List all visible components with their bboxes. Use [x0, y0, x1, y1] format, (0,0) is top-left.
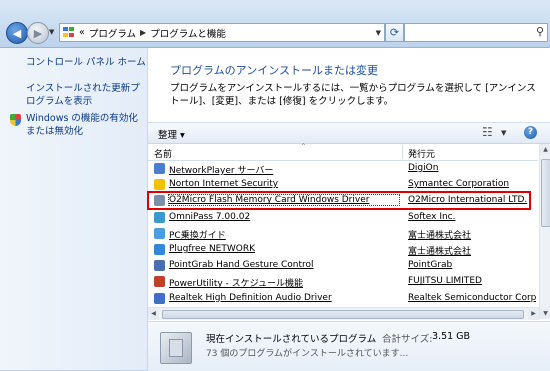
horizontal-scrollbar[interactable]: ◀ ▶: [148, 307, 539, 320]
views-icon[interactable]: ☷: [482, 125, 493, 139]
recent-pages-dropdown[interactable]: ▼: [49, 28, 54, 36]
sidebar: コントロール パネル ホーム インストールされた更新プログラムを表示 Windo…: [0, 48, 148, 370]
breadcrumb-programs[interactable]: プログラム: [89, 26, 136, 40]
vertical-scroll-thumb[interactable]: [541, 159, 550, 227]
column-header-name[interactable]: 名前: [154, 147, 172, 160]
sidebar-item-view-installed-updates[interactable]: インストールされた更新プログラムを表示: [26, 82, 144, 108]
views-dropdown-icon[interactable]: ▼: [501, 129, 506, 137]
command-bar: 整理 ▾ ☷ ▼ ?: [148, 122, 550, 144]
program-publisher: DigiOn: [408, 163, 439, 173]
horizontal-scroll-thumb[interactable]: [162, 310, 524, 319]
program-publisher: O2Micro International LTD.: [408, 195, 528, 206]
program-name[interactable]: NetworkPlayer サーバー: [169, 163, 399, 176]
table-row[interactable]: NetworkPlayer サーバー DigiOn: [148, 161, 538, 177]
uac-shield-icon: [10, 114, 21, 126]
status-title: 現在インストールされているプログラム: [206, 334, 377, 345]
status-size-label: 合計サイズ:: [382, 334, 433, 345]
table-row[interactable]: Norton Internet Security Symantec Corpora…: [148, 177, 538, 193]
help-icon[interactable]: ?: [524, 126, 537, 139]
scroll-right-icon[interactable]: ▶: [528, 308, 539, 320]
sidebar-item-windows-features[interactable]: Windows の機能の有効化または無効化: [26, 112, 144, 138]
address-dropdown-icon[interactable]: ▼: [376, 29, 381, 37]
forward-arrow-icon: ▶: [33, 26, 43, 40]
control-panel-icon: [63, 27, 76, 38]
page-description: プログラムをアンインストールするには、一覧からプログラムを選択して [アンインス…: [170, 83, 536, 107]
program-name[interactable]: PowerUtility - スケジュール機能: [169, 276, 399, 289]
table-row[interactable]: PointGrab Hand Gesture Control PointGrab: [148, 258, 538, 274]
program-icon: [154, 163, 165, 174]
program-name[interactable]: Plugfree NETWORK: [169, 244, 399, 254]
program-name[interactable]: PointGrab Hand Gesture Control: [169, 260, 399, 270]
program-name[interactable]: PC乗換ガイド: [169, 228, 399, 241]
table-row[interactable]: OmniPass 7.00.02 Softex Inc.: [148, 210, 538, 226]
program-icon: [154, 292, 165, 304]
vertical-scrollbar[interactable]: ▲ ▼: [539, 144, 550, 319]
program-name[interactable]: Realtek High Definition Audio Driver: [169, 293, 399, 303]
scroll-up-icon[interactable]: ▲: [540, 144, 550, 155]
column-header-publisher[interactable]: 発行元: [408, 147, 435, 160]
search-input[interactable]: ⚲: [404, 23, 548, 42]
program-icon: [154, 227, 165, 239]
breadcrumb-overflow[interactable]: «: [79, 27, 85, 38]
program-icon: [154, 260, 165, 272]
table-row[interactable]: PowerUtility - スケジュール機能 FUJITSU LIMITED: [148, 274, 538, 290]
page-title: プログラムのアンインストールまたは変更: [170, 64, 379, 77]
program-publisher: Realtek Semiconductor Corp.: [408, 292, 536, 303]
program-name[interactable]: Norton Internet Security: [169, 179, 399, 189]
forward-button[interactable]: ▶: [27, 22, 49, 44]
breadcrumb-separator-icon[interactable]: ▶: [140, 28, 146, 37]
refresh-button[interactable]: ⟳: [385, 23, 404, 42]
column-header-row: 名前 ⌃ 発行元: [148, 142, 538, 161]
scroll-left-icon[interactable]: ◀: [148, 308, 159, 320]
program-icon: [154, 276, 165, 288]
installed-programs-icon: [160, 332, 192, 364]
program-name[interactable]: OmniPass 7.00.02: [169, 212, 399, 222]
back-arrow-icon: ◀: [12, 26, 22, 40]
program-publisher: Softex Inc.: [408, 211, 456, 222]
refresh-icon: ⟳: [389, 26, 400, 39]
main-pane: プログラムのアンインストールまたは変更 プログラムをアンインストールするには、一…: [148, 48, 550, 371]
scroll-down-icon[interactable]: ▼: [540, 308, 550, 319]
program-publisher: Symantec Corporation: [408, 179, 510, 190]
program-list: NetworkPlayer サーバー DigiOn Norton Internet …: [148, 161, 538, 317]
breadcrumb[interactable]: « プログラム ▶ プログラムと機能 ▼: [59, 23, 385, 42]
table-row[interactable]: O2Micro Flash Memory Card Windows Driver…: [148, 193, 538, 209]
program-icon: [154, 211, 165, 223]
program-publisher: 富士通株式会社: [408, 230, 472, 241]
program-publisher: PointGrab: [408, 260, 453, 271]
status-size-value: 3.51 GB: [432, 331, 471, 342]
program-icon: [154, 195, 165, 207]
program-icon: [154, 179, 165, 191]
table-row[interactable]: Realtek High Definition Audio Driver Real…: [148, 291, 538, 307]
back-button[interactable]: ◀: [6, 22, 28, 44]
column-divider[interactable]: [402, 145, 403, 159]
table-row[interactable]: Plugfree NETWORK 富士通株式会社: [148, 242, 538, 258]
program-publisher: FUJITSU LIMITED: [408, 276, 482, 287]
sidebar-item-control-panel-home[interactable]: コントロール パネル ホーム: [26, 56, 146, 69]
sort-indicator-icon: ⌃: [300, 142, 307, 151]
program-publisher: 富士通株式会社: [408, 247, 472, 257]
status-program-count: 73 個のプログラムがインストールされています...: [206, 349, 409, 359]
programs-and-features-window: ◀ ▶ ▼ « プログラム ▶ プログラムと機能 ▼ ⟳ ⚲ コントロール パネ…: [0, 0, 550, 371]
address-bar-area: ◀ ▶ ▼ « プログラム ▶ プログラムと機能 ▼ ⟳ ⚲: [0, 0, 550, 48]
breadcrumb-programs-and-features[interactable]: プログラムと機能: [150, 26, 226, 40]
details-pane: 現在インストールされているプログラム 合計サイズ: 3.51 GB 73 個のプ…: [148, 321, 550, 371]
organize-button[interactable]: 整理 ▾: [158, 127, 185, 141]
program-name[interactable]: O2Micro Flash Memory Card Windows Driver: [168, 194, 400, 207]
table-row[interactable]: PC乗換ガイド 富士通株式会社: [148, 226, 538, 242]
search-icon: ⚲: [535, 25, 544, 38]
program-icon: [154, 244, 165, 255]
